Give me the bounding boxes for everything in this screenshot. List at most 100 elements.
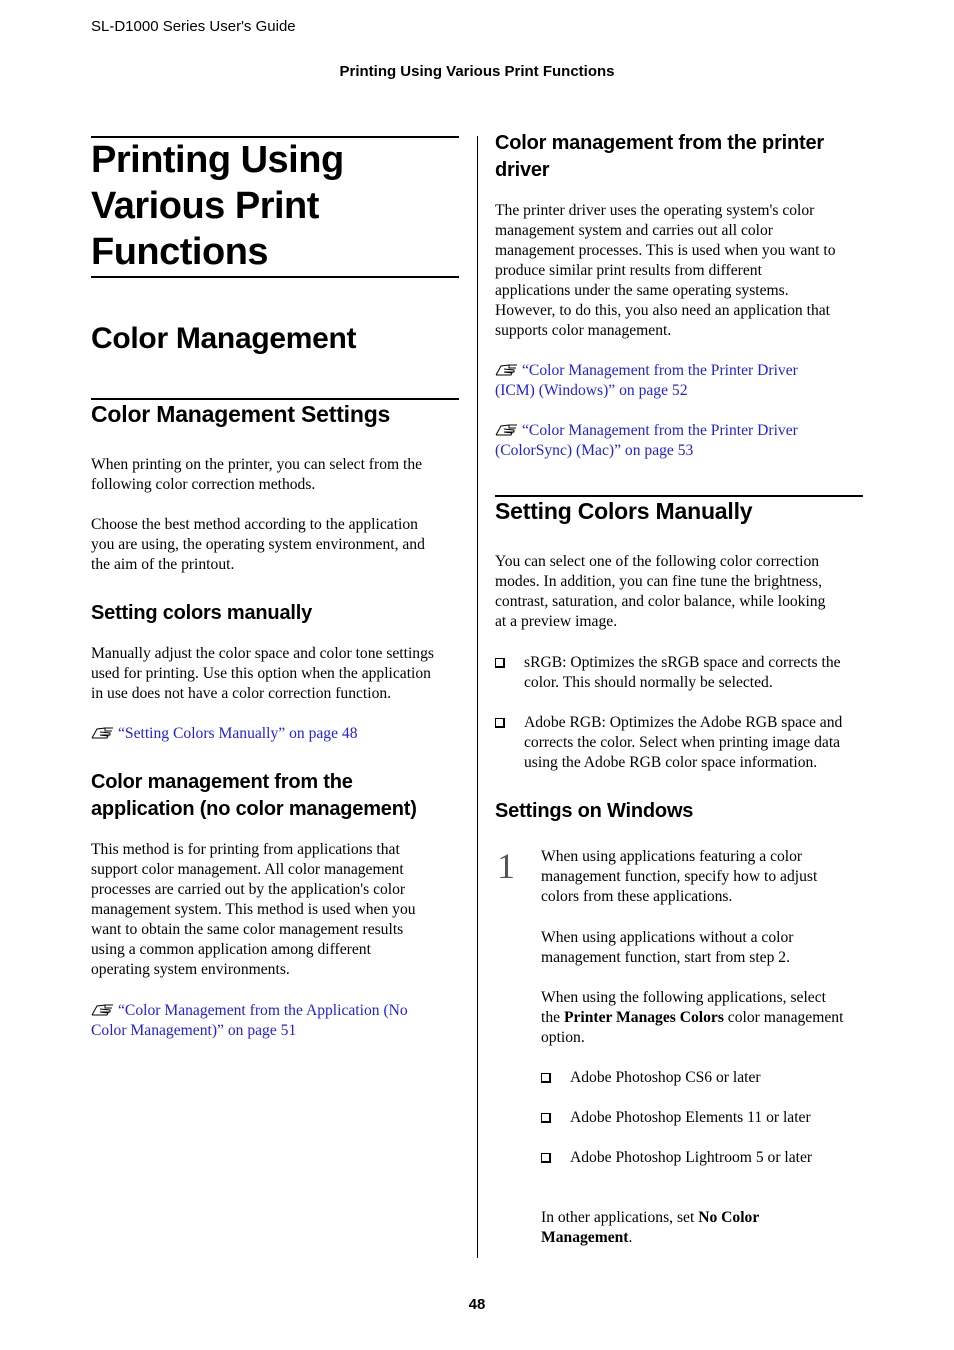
text-line: In other applications, set No Color xyxy=(541,1208,759,1228)
text-line: modes. In addition, you can fine tune th… xyxy=(495,573,822,590)
text-line: want to obtain the same color management… xyxy=(91,921,404,938)
text-line: processes are carried out by the applica… xyxy=(91,881,406,898)
text-line: applications under the same operating sy… xyxy=(495,282,789,299)
app-name: Adobe Photoshop Lightroom 5 or later xyxy=(570,1149,813,1166)
step-paragraph: When using applications featuring a colo… xyxy=(541,847,817,907)
link-text[interactable]: “Color Management from the Printer Drive… xyxy=(522,362,798,379)
text-line: When using applications featuring a colo… xyxy=(541,848,803,865)
checkbox-bullet-icon xyxy=(495,718,505,728)
setting-name: Printer Manages Colors xyxy=(563,1009,724,1026)
column-divider xyxy=(477,136,478,1258)
link-driver-colorsync-mac[interactable]: “Color Management from the Printer Drive… xyxy=(495,421,798,461)
text-line: at a preview image. xyxy=(495,613,618,630)
text-line: option. xyxy=(541,1029,585,1046)
page-number: 48 xyxy=(468,1296,486,1313)
app-name: Adobe Photoshop Elements 11 or later xyxy=(570,1109,811,1126)
pointing-hand-icon xyxy=(91,1004,113,1016)
app-cm-heading: Color management from the application (n… xyxy=(91,769,417,823)
intro-paragraph: When printing on the printer, you can se… xyxy=(91,455,422,495)
text-run: the xyxy=(541,1009,564,1026)
heading-line: Color management from the xyxy=(91,771,353,793)
text-line: operating system environments. xyxy=(91,961,290,978)
chapter-title-line: Functions xyxy=(91,231,269,273)
checkbox-bullet-icon xyxy=(541,1153,551,1163)
running-head: SL-D1000 Series User's Guide xyxy=(91,18,296,35)
text-line: management system and carries out all co… xyxy=(495,222,773,239)
text-line: used for printing. Use this option when … xyxy=(91,665,431,682)
checkbox-bullet-icon xyxy=(495,658,505,668)
setting-name: Management xyxy=(541,1229,629,1246)
setting-manually-rule xyxy=(495,495,863,497)
link-text[interactable]: (ColorSync) (Mac)” on page 53 xyxy=(495,441,798,461)
setting-manually-paragraph: You can select one of the following colo… xyxy=(495,552,825,632)
heading-line: application (no color management) xyxy=(91,798,417,820)
heading-line: driver xyxy=(495,159,550,181)
link-text[interactable]: “Color Management from the Printer Drive… xyxy=(522,422,798,439)
chapter-bottom-rule xyxy=(91,276,459,278)
link-driver-icm-windows[interactable]: “Color Management from the Printer Drive… xyxy=(495,361,798,401)
text-line: You can select one of the following colo… xyxy=(495,553,820,570)
text-line: Management. xyxy=(541,1228,759,1248)
text-line: When printing on the printer, you can se… xyxy=(91,456,423,473)
heading-line: Color management from the printer xyxy=(495,132,824,154)
bullet-text: sRGB: Optimizes the sRGB space and corre… xyxy=(524,653,841,693)
windows-heading: Settings on Windows xyxy=(495,800,694,822)
pointing-hand-icon xyxy=(495,364,517,376)
link-text[interactable]: “Setting Colors Manually” on page 48 xyxy=(118,725,358,742)
link-text[interactable]: (ICM) (Windows)” on page 52 xyxy=(495,381,798,401)
manual-heading: Setting colors manually xyxy=(91,602,313,624)
step-paragraph-select: When using the following applications, s… xyxy=(541,988,871,1048)
text-line: supports color management. xyxy=(495,322,672,339)
text-run: In other applications, set xyxy=(541,1209,699,1226)
text-line: color. This should normally be selected. xyxy=(524,674,773,691)
text-line: management processes. This is used when … xyxy=(495,242,836,259)
text-line: Choose the best method according to the … xyxy=(91,516,418,533)
other-apps-paragraph: In other applications, set No Color Mana… xyxy=(541,1208,759,1248)
app-name: Adobe Photoshop CS6 or later xyxy=(570,1069,761,1086)
pointing-hand-icon xyxy=(91,727,113,739)
text-line: management system. This method is used w… xyxy=(91,901,416,918)
text-run: color management xyxy=(723,1009,844,1026)
setting-manually-heading: Setting Colors Manually xyxy=(495,498,753,524)
driver-cm-heading: Color management from the printer driver xyxy=(495,130,824,184)
text-line: When using applications without a color xyxy=(541,929,794,946)
text-line: Manually adjust the color space and colo… xyxy=(91,645,434,662)
text-line: the Printer Manages Colors color managem… xyxy=(541,1008,871,1028)
text-line: using a common application among differe… xyxy=(91,941,371,958)
text-line: following color correction methods. xyxy=(91,476,316,493)
text-line: sRGB: Optimizes the sRGB space and corre… xyxy=(524,654,841,671)
setting-name: No Color xyxy=(698,1209,760,1226)
text-line: management function, start from step 2. xyxy=(541,949,790,966)
text-run: . xyxy=(628,1229,633,1246)
intro-paragraph: Choose the best method according to the … xyxy=(91,515,425,575)
pointing-hand-icon xyxy=(495,424,517,436)
text-line: produce similar print results from diffe… xyxy=(495,262,762,279)
text-line: corrects the color. Select when printing… xyxy=(524,734,841,751)
subsection-rule xyxy=(91,398,459,400)
text-line: colors from these applications. xyxy=(541,888,733,905)
subsection-title: Color Management Settings xyxy=(91,401,391,427)
driver-cm-paragraph: The printer driver uses the operating sy… xyxy=(495,201,836,341)
text-line: contrast, saturation, and color balance,… xyxy=(495,593,826,610)
step-number: 1 xyxy=(497,846,515,886)
text-line: management function, specify how to adju… xyxy=(541,868,818,885)
chapter-title-line: Printing Using xyxy=(91,139,344,181)
section-head: Printing Using Various Print Functions xyxy=(339,63,615,80)
text-line: However, to do this, you also need an ap… xyxy=(495,302,830,319)
bullet-text: Adobe RGB: Optimizes the Adobe RGB space… xyxy=(524,713,842,773)
link-setting-colors-manually[interactable]: “Setting Colors Manually” on page 48 xyxy=(91,724,358,744)
link-text[interactable]: Color Management)” on page 51 xyxy=(91,1021,408,1041)
chapter-title-line: Various Print xyxy=(91,185,319,227)
app-cm-paragraph: This method is for printing from applica… xyxy=(91,840,416,980)
text-line: the aim of the printout. xyxy=(91,556,235,573)
link-app-no-color-management[interactable]: “Color Management from the Application (… xyxy=(91,1001,408,1041)
chapter-title: Printing Using Various Print Functions xyxy=(91,137,344,275)
text-line: The printer driver uses the operating sy… xyxy=(495,202,815,219)
section-title: Color Management xyxy=(91,322,357,355)
text-line: support color management. All color mana… xyxy=(91,861,404,878)
link-text[interactable]: “Color Management from the Application (… xyxy=(118,1002,408,1019)
checkbox-bullet-icon xyxy=(541,1073,551,1083)
checkbox-bullet-icon xyxy=(541,1113,551,1123)
text-line: Adobe RGB: Optimizes the Adobe RGB space… xyxy=(524,714,843,731)
manual-paragraph: Manually adjust the color space and colo… xyxy=(91,644,434,704)
